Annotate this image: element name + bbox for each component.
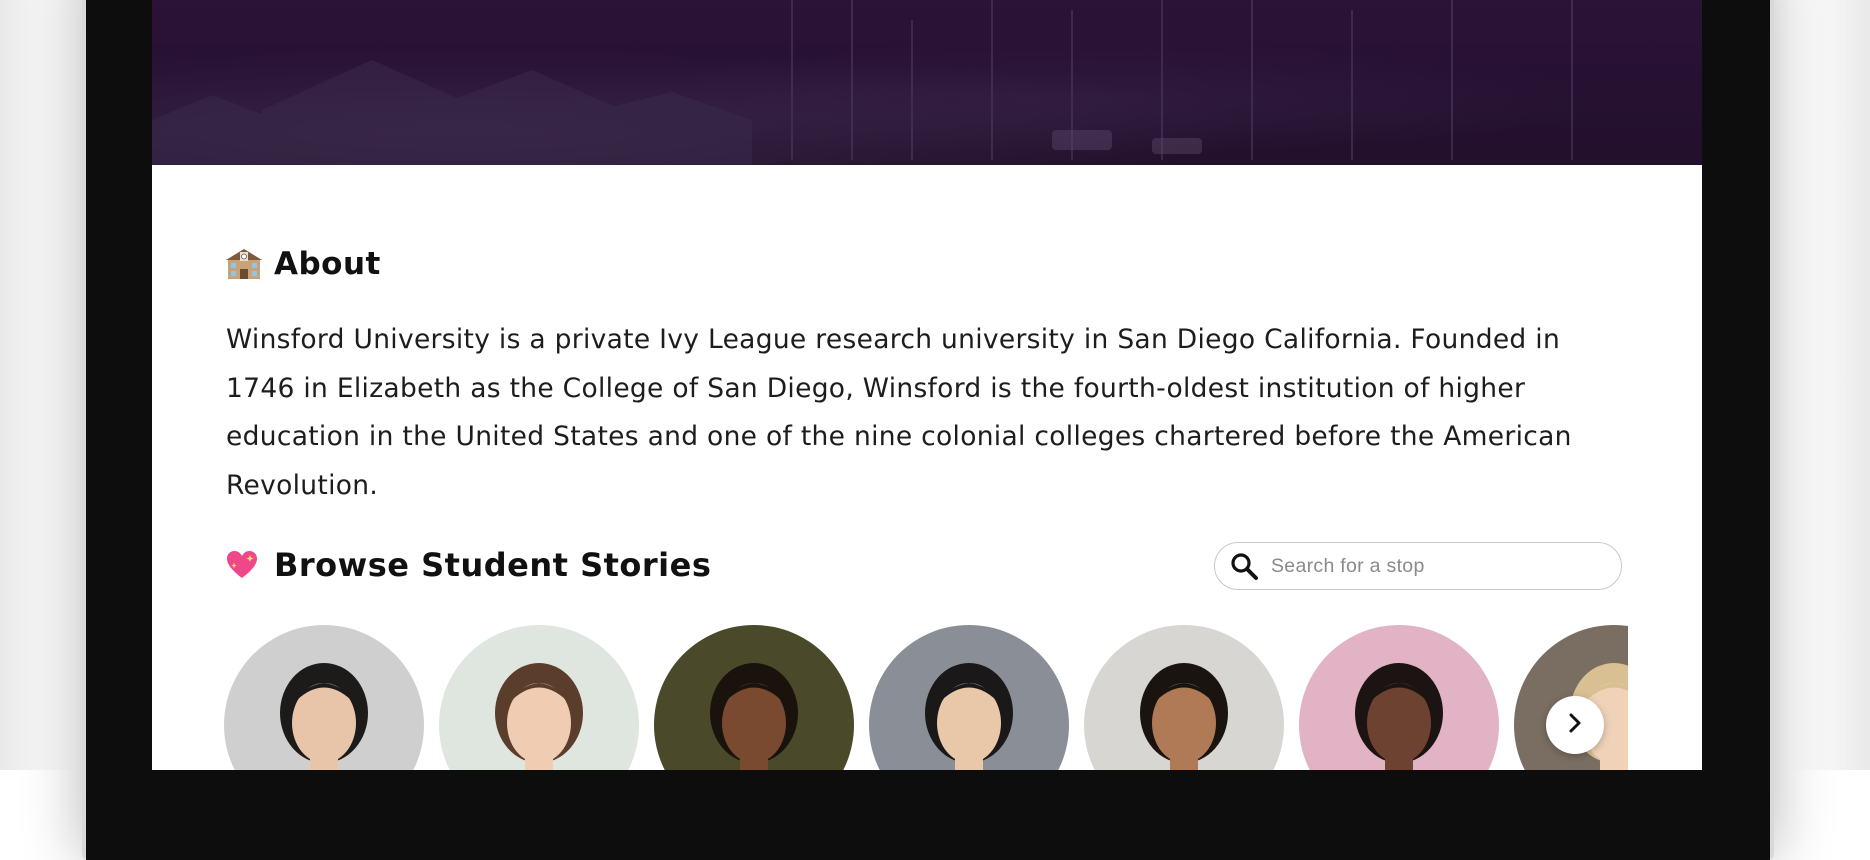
about-title: About <box>274 246 381 282</box>
student-avatar-2[interactable] <box>439 625 639 770</box>
search-input[interactable]: Search for a stop <box>1214 542 1622 590</box>
hero-image <box>152 0 1702 165</box>
carousel-next-button[interactable] <box>1546 696 1604 754</box>
student-avatar-carousel <box>224 625 1628 770</box>
stories-title: Browse Student Stories <box>274 546 712 584</box>
student-avatar-6[interactable] <box>1299 625 1499 770</box>
student-avatar-5[interactable] <box>1084 625 1284 770</box>
student-avatar-4[interactable] <box>869 625 1069 770</box>
search-placeholder: Search for a stop <box>1271 554 1425 577</box>
student-avatar-1[interactable] <box>224 625 424 770</box>
school-building-icon <box>226 247 262 281</box>
hero-cityscape-illustration <box>152 0 1573 165</box>
student-avatar-3[interactable] <box>654 625 854 770</box>
stories-heading: Browse Student Stories <box>226 546 711 584</box>
chevron-right-icon <box>1565 712 1585 738</box>
about-heading: About <box>226 246 381 282</box>
app-screen: About Winsford University is a private I… <box>152 0 1702 770</box>
search-icon <box>1229 551 1259 581</box>
sparkling-heart-icon <box>226 550 258 580</box>
about-description: Winsford University is a private Ivy Lea… <box>226 324 1572 501</box>
